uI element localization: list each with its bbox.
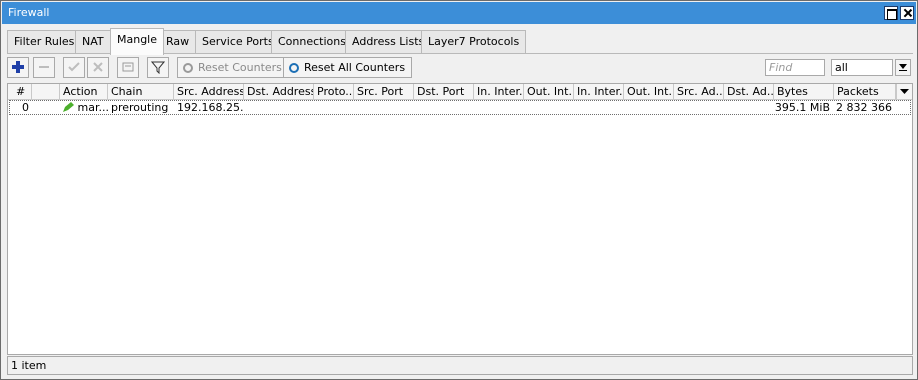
column-header-protocol[interactable]: Proto... (314, 84, 354, 100)
disable-icon (93, 62, 103, 72)
cell-action-text: mar... (77, 101, 109, 114)
cell-dst-address (244, 101, 314, 114)
comment-button[interactable] (117, 57, 139, 78)
cell-src-port (354, 101, 414, 114)
cell-out-interface-list (624, 101, 674, 114)
reset-icon (183, 63, 193, 73)
cell-number: 0 (22, 101, 29, 114)
column-header-packets[interactable]: Packets (834, 84, 896, 100)
tab-layer7-protocols[interactable]: Layer7 Protocols (421, 30, 527, 54)
filter-icon (151, 61, 165, 74)
disable-button[interactable] (87, 57, 109, 78)
column-header-chain[interactable]: Chain (108, 84, 174, 100)
column-header-dst-address-list[interactable]: Dst. Ad... (724, 84, 774, 100)
tab-mangle[interactable]: Mangle (110, 28, 165, 55)
table-header: # Action Chain Src. Address Dst. Address… (8, 84, 912, 100)
item-count: 1 item (11, 359, 47, 372)
cell-in-interface-list (574, 101, 624, 114)
pencil-icon (63, 102, 74, 112)
tab-service-ports[interactable]: Service Ports (195, 30, 281, 54)
enable-button[interactable] (63, 57, 85, 78)
remove-button[interactable] (33, 57, 55, 78)
filter-select-dropdown-button[interactable] (895, 59, 911, 76)
column-header-bytes[interactable]: Bytes (774, 84, 834, 100)
enable-icon (68, 62, 80, 72)
find-input[interactable]: Find (765, 59, 825, 76)
tab-nat[interactable]: NAT (75, 30, 111, 54)
cell-flag (32, 101, 60, 114)
cell-bytes: 395.1 MiB (774, 101, 830, 114)
remove-icon (39, 66, 49, 68)
column-menu-button[interactable] (896, 84, 912, 100)
reset-all-icon (289, 63, 299, 73)
cell-protocol (314, 101, 354, 114)
restore-window-button[interactable] (884, 6, 898, 20)
column-header-src-address[interactable]: Src. Address (174, 84, 244, 100)
cell-dst-port (414, 101, 474, 114)
chevron-down-icon (900, 89, 909, 94)
comment-icon (122, 62, 134, 72)
chevron-down-icon (899, 64, 907, 71)
filter-button[interactable] (147, 57, 169, 78)
column-header-action[interactable]: Action (60, 84, 108, 100)
status-bar: 1 item (7, 356, 913, 375)
reset-all-counters-label: Reset All Counters (304, 61, 406, 74)
column-header-src-address-list[interactable]: Src. Ad... (674, 84, 724, 100)
column-header-dst-address[interactable]: Dst. Address (244, 84, 314, 100)
column-header-out-interface[interactable]: Out. Int... (524, 84, 574, 100)
mangle-table: # Action Chain Src. Address Dst. Address… (7, 83, 913, 355)
reset-counters-label: Reset Counters (198, 61, 282, 74)
window-title: Firewall (8, 6, 50, 19)
title-bar[interactable]: Firewall (2, 2, 916, 24)
column-header-src-port[interactable]: Src. Port (354, 84, 414, 100)
cell-action: mar... (60, 101, 108, 114)
close-window-button[interactable] (900, 6, 914, 20)
filter-select[interactable]: all (831, 59, 893, 76)
cell-packets: 2 832 366 (836, 101, 892, 114)
column-header-flag[interactable] (32, 84, 60, 100)
cell-src-address: 192.168.25... (177, 101, 244, 114)
cell-src-address-list (674, 101, 724, 114)
cell-out-interface (524, 101, 574, 114)
cell-dst-address-list (724, 101, 774, 114)
add-button[interactable] (7, 57, 29, 78)
reset-counters-button[interactable]: Reset Counters (177, 57, 289, 78)
cell-chain: prerouting (111, 101, 169, 114)
column-header-in-interface[interactable]: In. Inter... (474, 84, 524, 100)
tab-connections[interactable]: Connections (271, 30, 353, 54)
add-icon (12, 61, 24, 73)
firewall-window: Firewall Filter Rules NAT Mangle Raw Ser… (0, 0, 918, 380)
table-row[interactable]: 0 mar... prerouting 192.168.25... 395.1 … (9, 100, 911, 115)
column-header-out-interface-list[interactable]: Out. Int... (624, 84, 674, 100)
cell-in-interface (474, 101, 524, 114)
tab-filter-rules[interactable]: Filter Rules (7, 30, 82, 54)
column-header-in-interface-list[interactable]: In. Inter... (574, 84, 624, 100)
reset-all-counters-button[interactable]: Reset All Counters (283, 57, 413, 78)
tab-address-lists[interactable]: Address Lists (345, 30, 432, 54)
column-header-number[interactable]: # (8, 84, 32, 100)
tab-raw[interactable]: Raw (159, 30, 197, 54)
column-header-dst-port[interactable]: Dst. Port (414, 84, 474, 100)
tab-strip: Filter Rules NAT Mangle Raw Service Port… (7, 28, 913, 55)
